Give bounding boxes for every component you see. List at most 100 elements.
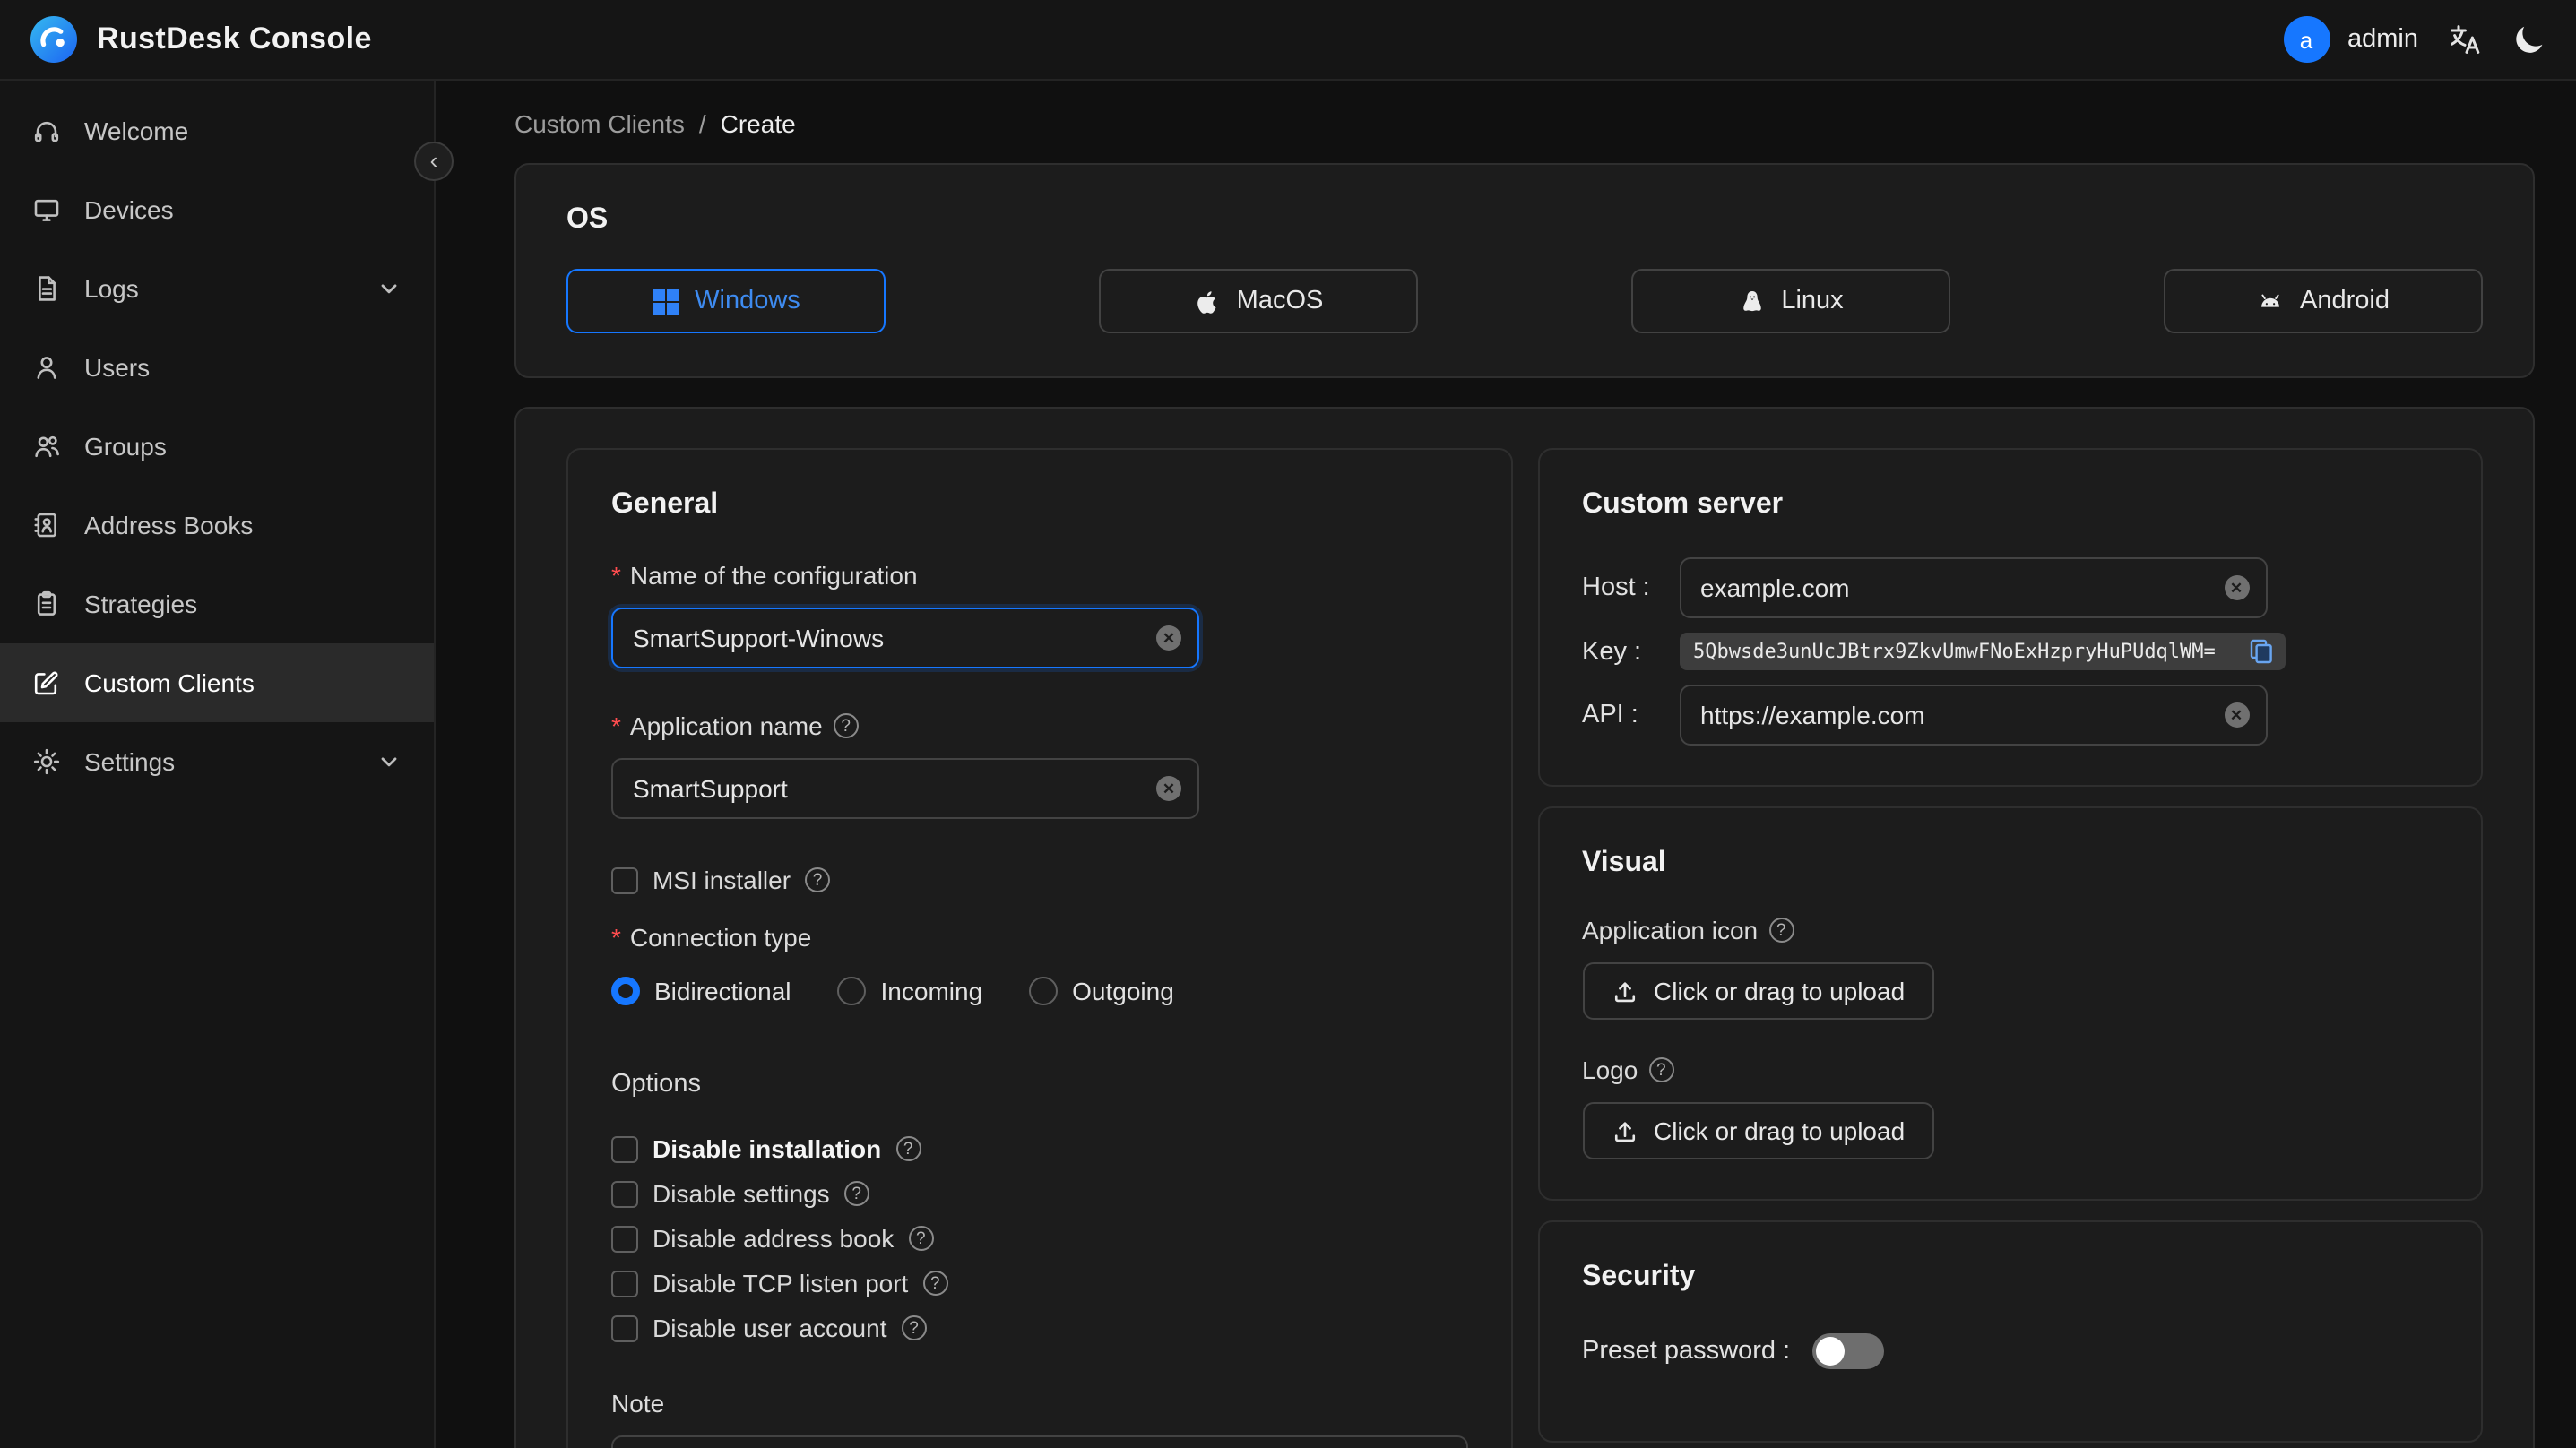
- disable-address-book-checkbox-row[interactable]: Disable address book ?: [611, 1224, 1467, 1253]
- help-icon[interactable]: ?: [922, 1271, 948, 1296]
- os-option-android[interactable]: Android: [2164, 269, 2483, 333]
- upload-button-label: Click or drag to upload: [1654, 977, 1906, 1005]
- username[interactable]: admin: [2347, 25, 2418, 54]
- app-name-field: ✕: [611, 758, 1199, 819]
- radio-incoming[interactable]: Incoming: [837, 977, 983, 1005]
- host-label: Host :: [1582, 573, 1650, 602]
- chevron-left-icon: ‹: [429, 146, 438, 173]
- option-label: Disable address book: [653, 1224, 895, 1253]
- help-icon[interactable]: ?: [805, 867, 831, 892]
- option-label: Disable user account: [653, 1314, 887, 1342]
- os-option-macos[interactable]: MacOS: [1099, 269, 1418, 333]
- general-title: General: [611, 489, 719, 520]
- radio-bidirectional[interactable]: Bidirectional: [611, 977, 791, 1005]
- key-field: 5Qbwsde3unUcJBtrx9ZkvUmwFNoExHzpryHuPUdq…: [1679, 633, 2285, 670]
- translate-icon[interactable]: [2447, 22, 2483, 57]
- os-option-linux[interactable]: Linux: [1631, 269, 1950, 333]
- preset-password-toggle[interactable]: [1811, 1333, 1884, 1369]
- logo-upload-button[interactable]: Click or drag to upload: [1582, 1102, 1934, 1159]
- api-input[interactable]: [1700, 701, 2215, 729]
- breadcrumb-parent[interactable]: Custom Clients: [514, 109, 685, 138]
- note-textarea[interactable]: [611, 1435, 1467, 1448]
- copy-icon[interactable]: [2247, 638, 2274, 665]
- sidebar-item-welcome[interactable]: Welcome: [0, 91, 434, 170]
- api-row: API : ✕: [1582, 685, 2438, 746]
- app-name-input[interactable]: [633, 774, 1147, 803]
- create-client-card: General * Name of the configuration ✕: [514, 407, 2535, 1448]
- sidebar-item-label: Groups: [84, 432, 167, 461]
- dark-mode-moon-icon[interactable]: [2511, 22, 2547, 57]
- chevron-down-icon: [381, 757, 397, 767]
- help-icon[interactable]: ?: [843, 1181, 869, 1206]
- chevron-down-icon: [381, 284, 397, 294]
- key-value: 5Qbwsde3unUcJBtrx9ZkvUmwFNoExHzpryHuPUdq…: [1693, 640, 2216, 663]
- help-icon[interactable]: ?: [1648, 1057, 1674, 1082]
- general-panel: General * Name of the configuration ✕: [566, 448, 1512, 1448]
- clear-icon[interactable]: ✕: [1156, 776, 1181, 801]
- visual-panel: Visual Application icon ? Click or drag …: [1537, 806, 2483, 1201]
- topbar: RustDesk Console a admin: [0, 0, 2576, 81]
- config-name-label: Name of the configuration: [629, 561, 918, 590]
- disable-user-account-checkbox-row[interactable]: Disable user account ?: [611, 1314, 1467, 1342]
- logo-label: Logo: [1582, 1056, 1638, 1084]
- os-option-label: Windows: [695, 287, 800, 315]
- radio-dot: [837, 977, 867, 1005]
- radio-label: Incoming: [880, 977, 983, 1005]
- os-options-row: Windows MacOS Linux Android: [566, 269, 2483, 333]
- radio-outgoing[interactable]: Outgoing: [1029, 977, 1174, 1005]
- help-icon[interactable]: ?: [895, 1136, 921, 1161]
- sidebar-item-address-books[interactable]: Address Books: [0, 486, 434, 565]
- host-field: ✕: [1679, 557, 2267, 618]
- preset-password-label: Preset password :: [1582, 1337, 1791, 1366]
- config-name-label-row: * Name of the configuration: [611, 561, 1467, 590]
- topbar-right: a admin: [2283, 16, 2547, 63]
- application-icon-upload-button[interactable]: Click or drag to upload: [1582, 962, 1934, 1020]
- api-label: API :: [1582, 701, 1638, 729]
- disable-settings-checkbox-row[interactable]: Disable settings ?: [611, 1179, 1467, 1208]
- os-option-windows[interactable]: Windows: [566, 269, 886, 333]
- config-name-input[interactable]: [633, 624, 1147, 652]
- clear-icon[interactable]: ✕: [2224, 575, 2249, 600]
- sidebar-item-logs[interactable]: Logs: [0, 249, 434, 328]
- upload-icon: [1613, 981, 1635, 1002]
- msi-installer-checkbox-row[interactable]: MSI installer ?: [611, 866, 1467, 894]
- disable-installation-checkbox-row[interactable]: Disable installation ?: [611, 1134, 1467, 1163]
- checkbox: [611, 1225, 638, 1252]
- checkbox: [611, 1180, 638, 1207]
- sidebar-item-custom-clients[interactable]: Custom Clients: [0, 643, 434, 722]
- sidebar-item-label: Address Books: [84, 511, 254, 539]
- avatar[interactable]: a: [2283, 16, 2330, 63]
- help-icon[interactable]: ?: [908, 1226, 934, 1251]
- sidebar-item-settings[interactable]: Settings: [0, 722, 434, 801]
- help-icon[interactable]: ?: [1768, 918, 1794, 943]
- sidebar-item-label: Settings: [84, 747, 176, 776]
- clear-icon[interactable]: ✕: [2224, 702, 2249, 728]
- main-content: Custom Clients / Create OS Windows MacOS…: [436, 81, 2576, 1448]
- breadcrumb-current: Create: [720, 109, 796, 138]
- logo-label-row: Logo ?: [1582, 1056, 2438, 1084]
- sidebar-item-users[interactable]: Users: [0, 328, 434, 407]
- sidebar-item-label: Devices: [84, 195, 174, 224]
- clear-icon[interactable]: ✕: [1156, 625, 1181, 651]
- security-panel: Security Preset password :: [1537, 1220, 2483, 1443]
- required-mark: *: [611, 923, 621, 952]
- file-icon: [39, 276, 56, 301]
- help-icon[interactable]: ?: [901, 1315, 927, 1340]
- sidebar-item-groups[interactable]: Groups: [0, 407, 434, 486]
- custom-server-title: Custom server: [1582, 489, 1784, 520]
- sidebar-item-strategies[interactable]: Strategies: [0, 565, 434, 643]
- gear-icon: [33, 748, 60, 775]
- right-column: Custom server Host : ✕ Key :: [1537, 448, 2483, 1443]
- sidebar-item-devices[interactable]: Devices: [0, 170, 434, 249]
- layout: Welcome Devices Logs Users Groups Addres…: [0, 81, 2576, 1448]
- host-input[interactable]: [1700, 573, 2215, 602]
- disable-tcp-listen-port-checkbox-row[interactable]: Disable TCP listen port ?: [611, 1269, 1467, 1297]
- checkbox: [611, 1314, 638, 1341]
- app-name-label-row: * Application name ?: [611, 711, 1467, 740]
- os-card-title: OS: [566, 204, 609, 235]
- sidebar-collapse-button[interactable]: ‹: [414, 142, 454, 181]
- headset-icon: [34, 121, 59, 142]
- note-label: Note: [611, 1389, 665, 1418]
- required-mark: *: [611, 711, 621, 740]
- help-icon[interactable]: ?: [833, 713, 859, 738]
